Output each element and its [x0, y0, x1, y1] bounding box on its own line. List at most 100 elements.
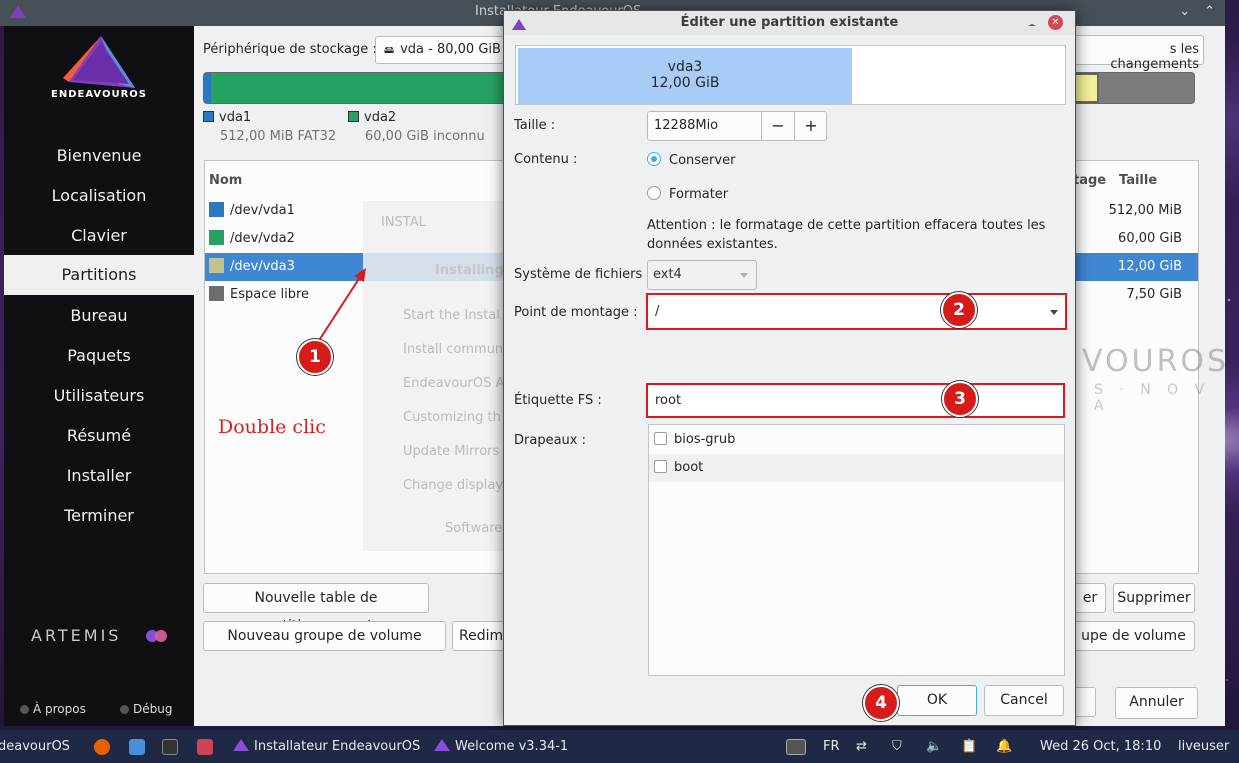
filesystem-label: Système de fichiers :	[514, 267, 651, 282]
volume-icon[interactable]: 🔈	[926, 739, 942, 754]
taskbar-start-label[interactable]: deavourOS	[0, 739, 70, 754]
keep-radio[interactable]: Conserver	[647, 152, 735, 168]
keyboard-layout[interactable]: FR	[823, 739, 840, 754]
fs-label-label: Étiquette FS :	[514, 393, 602, 408]
format-warning: Attention : le formatage de cette partit…	[647, 218, 1046, 252]
radio-checked-icon	[647, 152, 661, 166]
sidebar-item-localisation[interactable]: Localisation	[4, 176, 194, 216]
sidebar-item-terminer[interactable]: Terminer	[4, 496, 194, 536]
watermark-subtext: S · N O V A	[1094, 382, 1211, 414]
dialog-cancel-button[interactable]: Cancel	[984, 685, 1064, 716]
mount-point-select[interactable]: /	[646, 293, 1067, 330]
filesystem-select[interactable]: ext4	[647, 260, 757, 290]
minimize-icon[interactable]: ⌄	[1179, 4, 1190, 19]
segment-vda3	[1074, 73, 1099, 103]
firefox-icon[interactable]	[94, 739, 110, 756]
checkbox-icon[interactable]	[654, 460, 667, 473]
settings-icon[interactable]	[197, 739, 213, 756]
chevron-down-icon	[1050, 310, 1058, 315]
taskbar-app-installer[interactable]: Installateur EndeavourOS	[233, 739, 420, 754]
about-button[interactable]: À propos	[20, 702, 86, 716]
radio-unchecked-icon	[647, 186, 661, 200]
notifications-icon[interactable]: 🔔	[996, 739, 1012, 754]
dialog-title: Éditer une partition existante	[680, 15, 899, 30]
sidebar: ENDEAVOUROS Bienvenue Localisation Clavi…	[4, 26, 194, 726]
step-marker-3: 3	[942, 381, 978, 417]
watermark-text: VOUROS	[1082, 344, 1230, 379]
step-marker-4: 4	[863, 685, 899, 721]
device-label: Périphérique de stockage :	[203, 42, 377, 57]
next-button[interactable]	[1074, 687, 1096, 717]
about-icon	[20, 705, 29, 714]
cancel-button[interactable]: Annuler	[1115, 687, 1198, 719]
delete-button[interactable]: Supprimer	[1113, 583, 1195, 613]
sidebar-item-installer[interactable]: Installer	[4, 456, 194, 496]
format-radio[interactable]: Formater	[647, 186, 728, 202]
screen-icon[interactable]	[786, 739, 806, 756]
column-size: Taille	[1119, 173, 1158, 188]
partition-used-block: vda3 12,00 GiB	[518, 48, 852, 104]
background-welcome-window: INSTAL Installing Start the Instal Insta…	[363, 201, 504, 551]
column-name: Nom	[209, 173, 243, 188]
legend-vda1: vda1 512,00 MiB FAT32	[203, 110, 336, 144]
mount-point-label: Point de montage :	[514, 305, 638, 320]
segment-vda1	[204, 73, 211, 103]
debug-button[interactable]: Débug	[120, 702, 172, 716]
size-label: Taille :	[514, 118, 556, 133]
sidebar-item-bureau[interactable]: Bureau	[4, 296, 194, 336]
ok-button[interactable]: OK	[897, 685, 977, 716]
network-icon[interactable]: ⇄	[856, 739, 867, 754]
flags-list: bios-grub boot	[648, 424, 1065, 676]
taskbar-app-welcome[interactable]: Welcome v3.34-1	[434, 739, 568, 754]
new-volume-group-button[interactable]: Nouveau groupe de volume	[203, 621, 446, 651]
drive-icon: 🖴	[384, 45, 395, 56]
flag-bios-grub[interactable]: bios-grub	[649, 426, 1064, 454]
device-select[interactable]: 🖴 vda - 80,00 GiB (	[375, 36, 515, 64]
shield-icon[interactable]: ⛉	[892, 739, 902, 754]
dialog-titlebar[interactable]: Éditer une partition existante ✕	[504, 11, 1075, 35]
step-marker-1: 1	[297, 339, 333, 375]
legend-vda2: vda2 60,00 GiB inconnu	[348, 110, 485, 144]
minimize-icon[interactable]	[1028, 20, 1036, 26]
sidebar-item-resume[interactable]: Résumé	[4, 416, 194, 456]
sidebar-item-bienvenue[interactable]: Bienvenue	[4, 136, 194, 176]
flags-label: Drapeaux :	[514, 433, 586, 448]
endeavour-logo-icon	[434, 739, 450, 751]
remove-volume-group-button[interactable]: upe de volume	[1072, 621, 1195, 651]
increase-size-button[interactable]: +	[794, 112, 827, 140]
close-icon[interactable]: ✕	[1048, 15, 1063, 30]
user-menu[interactable]: liveuser	[1178, 739, 1229, 754]
terminal-icon[interactable]	[162, 739, 178, 756]
decrease-size-button[interactable]: −	[761, 112, 794, 140]
double-click-annotation: Double clic	[218, 416, 326, 438]
step-marker-2: 2	[941, 292, 977, 328]
edit-partition-dialog: Éditer une partition existante ✕ vda3 12…	[503, 10, 1076, 726]
flag-boot[interactable]: boot	[649, 454, 1064, 482]
clock[interactable]: Wed 26 Oct, 18:10	[1040, 739, 1161, 754]
size-spinbox[interactable]: 12288Mio − +	[647, 111, 827, 141]
revert-changes-button[interactable]: s les changements	[1072, 35, 1204, 72]
size-value[interactable]: 12288Mio	[654, 118, 718, 133]
debug-icon	[120, 705, 129, 714]
clipboard-icon[interactable]: 📋	[961, 739, 977, 754]
endeavour-logo-icon	[10, 5, 26, 23]
column-mount: tage	[1073, 173, 1107, 188]
partition-visual: vda3 12,00 GiB	[515, 45, 1066, 105]
checkbox-icon[interactable]	[654, 432, 667, 445]
content-label: Contenu :	[514, 152, 578, 167]
taskbar: deavourOS Installateur EndeavourOS Welco…	[0, 730, 1239, 763]
file-manager-icon[interactable]	[129, 739, 145, 756]
sidebar-item-paquets[interactable]: Paquets	[4, 336, 194, 376]
artemis-brand: ARTEMIS	[31, 626, 122, 645]
maximize-icon[interactable]: ⌃	[1204, 4, 1215, 19]
sidebar-item-clavier[interactable]: Clavier	[4, 216, 194, 256]
artemis-logo-icon	[144, 629, 170, 647]
sidebar-item-utilisateurs[interactable]: Utilisateurs	[4, 376, 194, 416]
new-partition-table-button[interactable]: Nouvelle table de partitionnement	[203, 583, 429, 634]
endeavour-logo-icon	[233, 739, 249, 751]
fs-label-input[interactable]: root	[646, 383, 1065, 418]
edit-button[interactable]: er	[1074, 583, 1106, 613]
sidebar-item-partitions[interactable]: Partitions	[4, 255, 194, 295]
logo-text: ENDEAVOUROS	[51, 89, 147, 100]
endeavour-logo-icon	[512, 16, 526, 40]
